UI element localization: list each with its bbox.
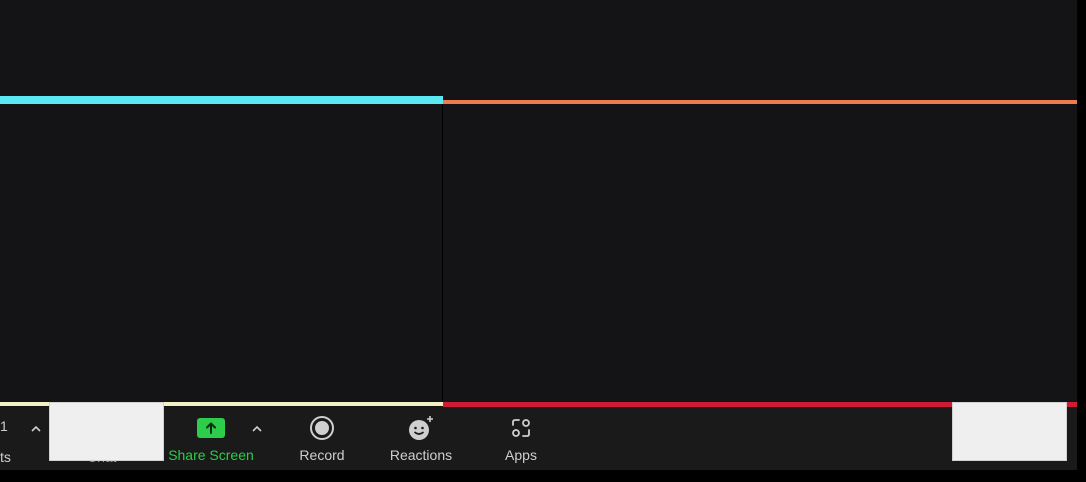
tile-divider	[442, 96, 443, 406]
video-tile-left[interactable]	[0, 96, 442, 406]
top-area	[0, 0, 1077, 96]
participants-caret-icon[interactable]	[31, 421, 41, 436]
reactions-button[interactable]: Reactions	[384, 407, 458, 470]
record-button[interactable]: Record	[290, 407, 354, 470]
meeting-window: 1 ts Chat Share Screen	[0, 0, 1077, 470]
share-screen-label: Share Screen	[168, 447, 254, 463]
video-tile-right[interactable]	[443, 96, 1077, 406]
participants-label[interactable]: ts	[0, 449, 11, 465]
apps-icon	[509, 415, 533, 441]
record-icon	[309, 415, 335, 441]
share-screen-caret-icon[interactable]	[252, 421, 262, 436]
share-screen-button[interactable]: Share Screen	[163, 407, 259, 470]
tile-left-top-border	[0, 96, 443, 104]
record-label: Record	[299, 447, 345, 463]
participants-count: 1	[0, 418, 8, 434]
overlay-box-left	[49, 402, 164, 461]
share-screen-icon	[196, 415, 226, 441]
reactions-label: Reactions	[389, 447, 453, 463]
apps-button[interactable]: Apps	[496, 407, 546, 470]
reactions-icon	[407, 415, 435, 441]
tile-right-top-border	[443, 100, 1077, 104]
apps-label: Apps	[505, 447, 537, 463]
right-edge	[1077, 0, 1086, 482]
overlay-box-right	[952, 402, 1067, 461]
bottom-edge	[0, 470, 1086, 482]
